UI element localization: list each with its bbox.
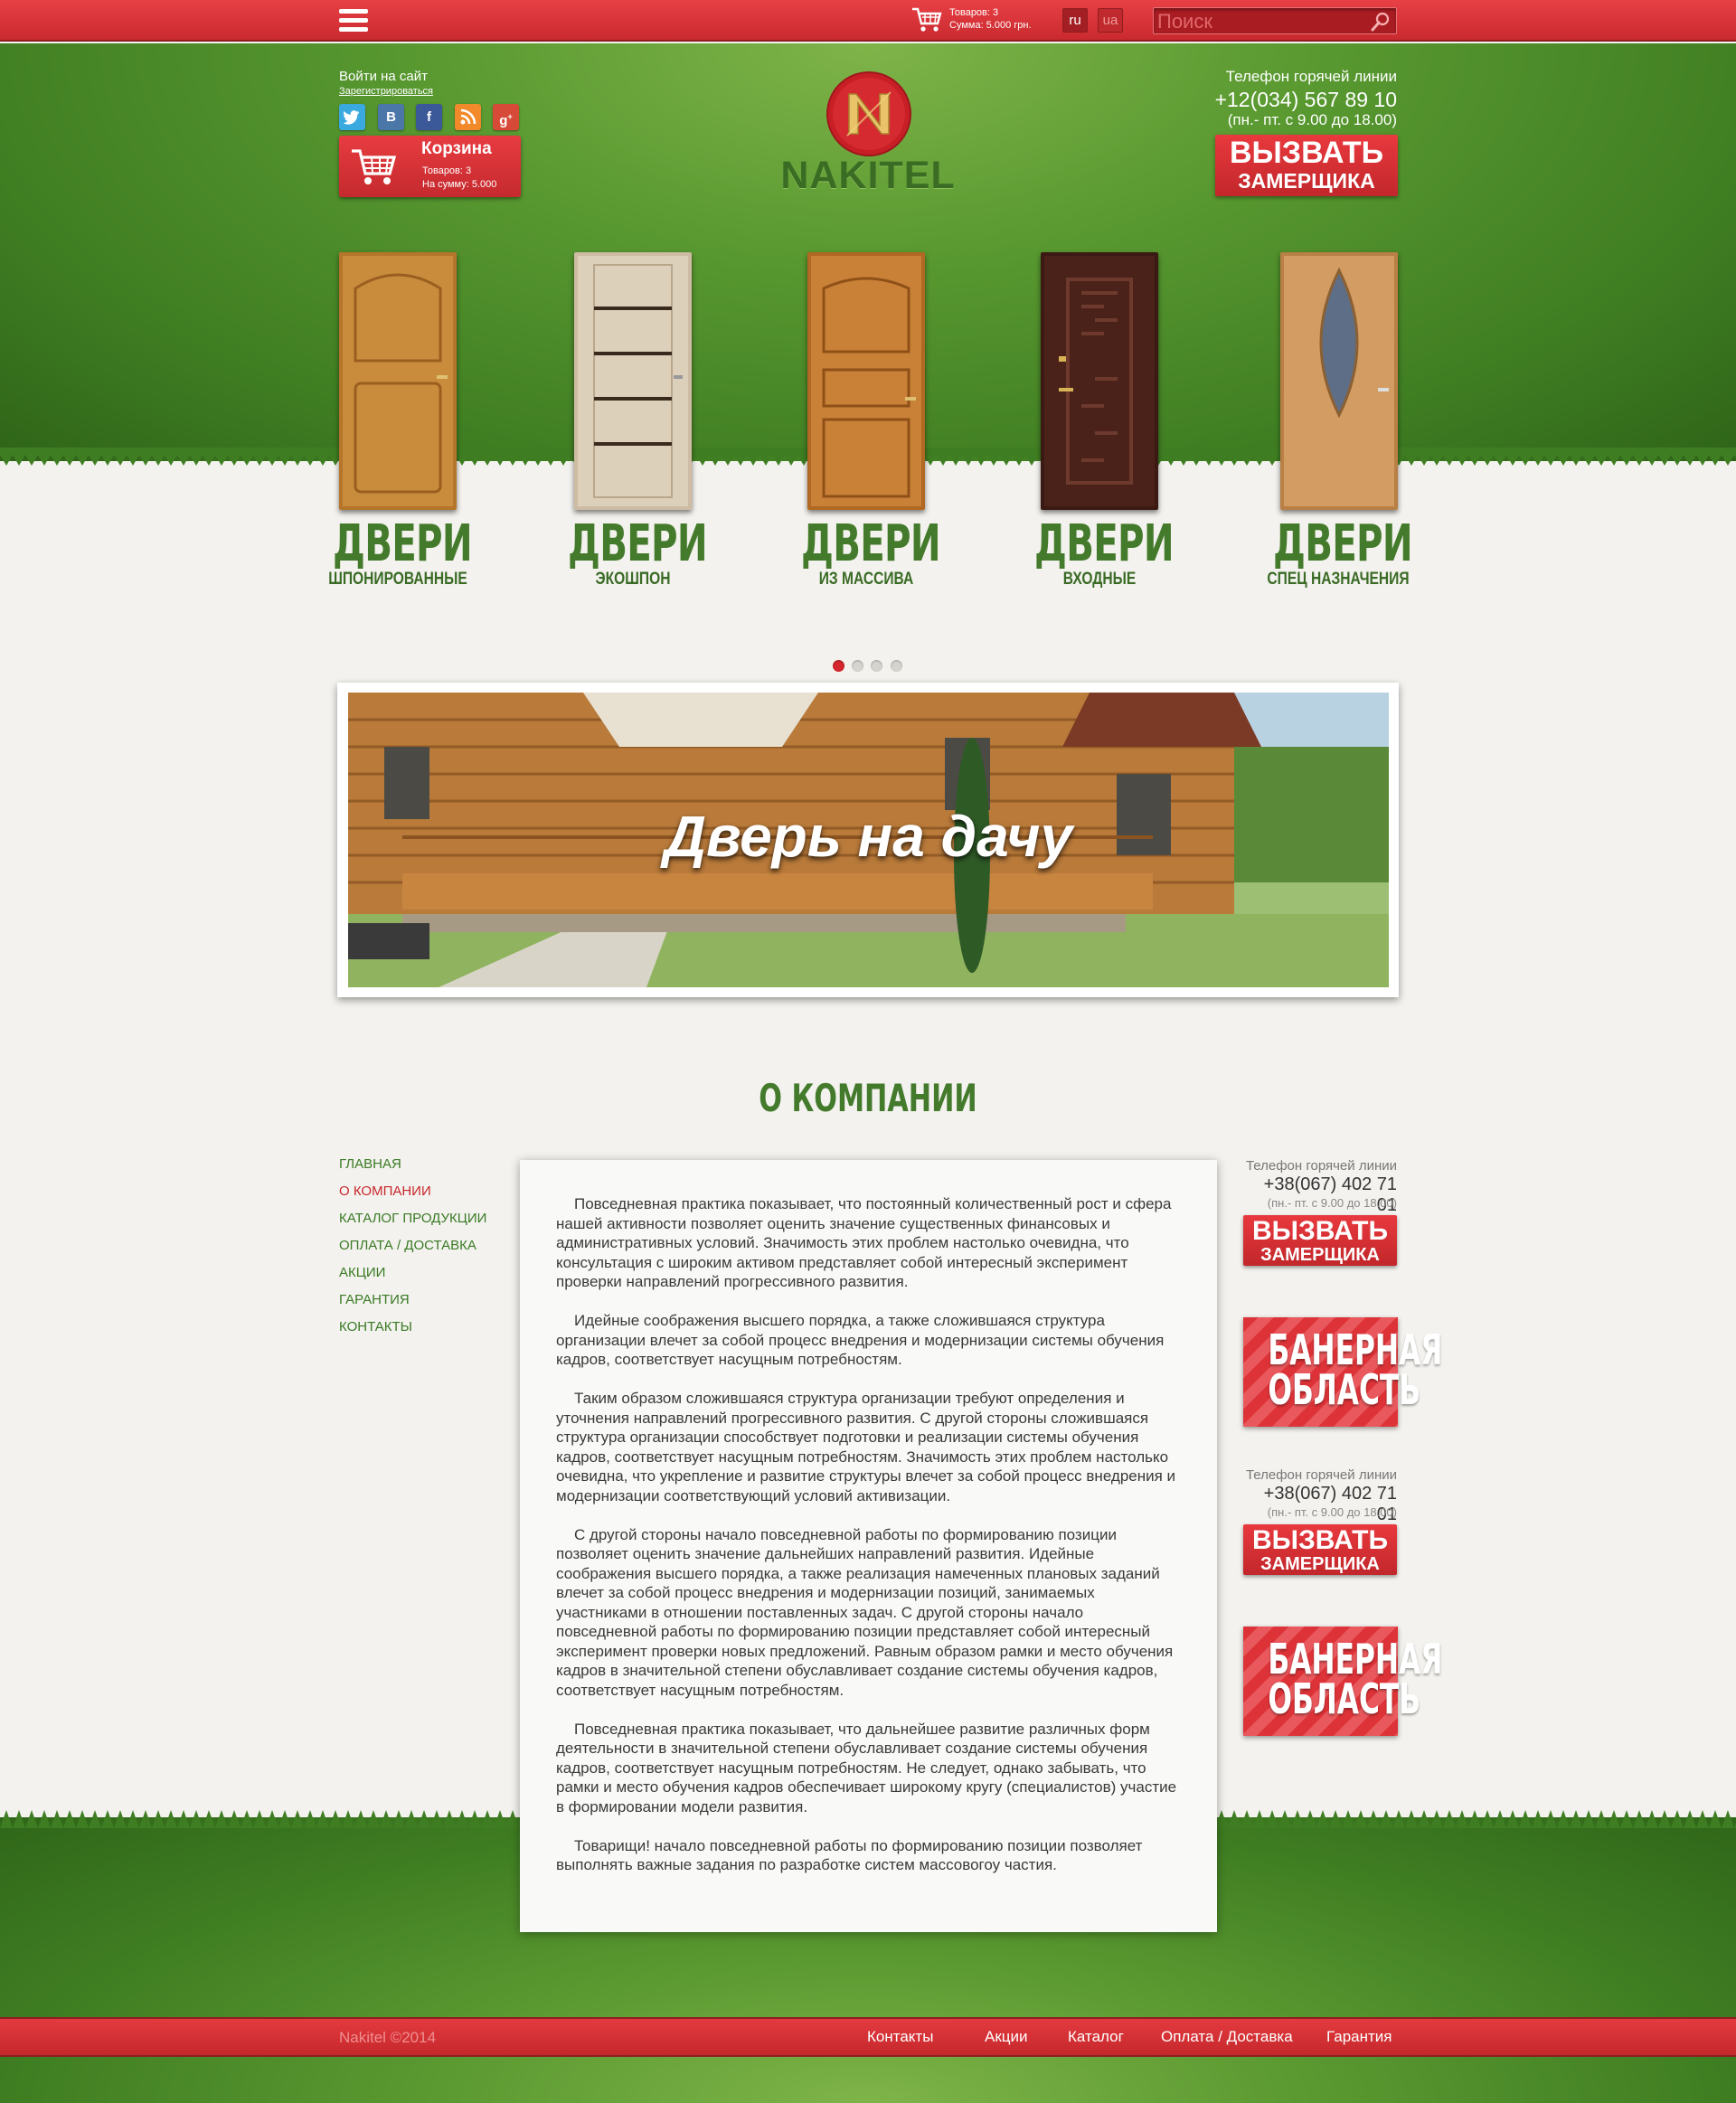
door-title[interactable]: ДВЕРИ xyxy=(333,517,473,571)
login-link[interactable]: Войти на сайт xyxy=(339,69,428,84)
sidebar-hotline-hours: (пн.- пт. с 9.00 до 18.00) xyxy=(1267,1505,1397,1519)
mini-cart-summary[interactable]: Товаров: 3 Сумма: 5.000 грн. xyxy=(949,6,1032,32)
cart-icon xyxy=(352,149,397,184)
article-paragraph: Товарищи! начало повседневной работы по … xyxy=(556,1836,1143,1874)
cart-sum: На сумму: 5.000 xyxy=(422,179,497,190)
copyright: Nakitel ©2014 xyxy=(339,2029,437,2046)
banner-area-line1: Банерная xyxy=(1268,1635,1443,1683)
call-button-line1: Вызвать xyxy=(1251,1525,1389,1555)
lang-ru-button[interactable]: ru xyxy=(1062,8,1088,33)
footer-link-warranty[interactable]: Гарантия xyxy=(1326,2028,1392,2046)
nav-item-promotions[interactable]: Акции xyxy=(339,1266,486,1279)
door-title[interactable]: ДВЕРИ xyxy=(1034,517,1175,571)
hotline-label: Телефон горячей линии xyxy=(1225,68,1397,85)
call-button-line2: замерщика xyxy=(1260,1245,1380,1265)
call-button-line1: Вызвать xyxy=(1251,1216,1389,1246)
hotline-hours: (пн.- пт. с 9.00 до 18.00) xyxy=(1227,111,1397,128)
sidebar-hotline-label: Телефон горячей линии xyxy=(1245,1158,1397,1174)
cart-title: Корзина xyxy=(421,139,492,158)
top-bar xyxy=(0,0,1736,42)
sidebar-call-measurer-button[interactable]: Вызвать замерщика xyxy=(1243,1524,1397,1575)
carousel-dot[interactable] xyxy=(852,660,863,672)
section-title: О КОМПАНИИ xyxy=(759,1076,977,1120)
door-veneer-image[interactable] xyxy=(339,252,457,510)
footer-link-payment-delivery[interactable]: Оплата / Доставка xyxy=(1161,2028,1293,2046)
vk-icon[interactable]: В xyxy=(378,104,404,130)
article-panel: Повседневная практика показывает, что по… xyxy=(520,1160,1217,1932)
logo-mark[interactable] xyxy=(826,71,912,157)
mini-cart-items: Товаров: 3 xyxy=(949,7,999,18)
cart-meta: Товаров: 3 На сумму: 5.000 xyxy=(422,165,496,192)
door-subtitle[interactable]: входные xyxy=(1025,570,1174,589)
sidebar-banner-area[interactable]: Банерная область xyxy=(1243,1317,1443,1427)
search-box xyxy=(1153,7,1397,34)
door-title[interactable]: ДВЕРИ xyxy=(568,517,708,571)
mini-cart-icon[interactable] xyxy=(911,6,942,33)
banner-area-line1: Банерная xyxy=(1268,1325,1443,1374)
door-subtitle[interactable]: из массива xyxy=(792,570,940,589)
register-link[interactable]: Зарегистрироваться xyxy=(339,86,433,97)
nav-item-payment-delivery[interactable]: Оплата / доставка xyxy=(339,1239,486,1252)
menu-burger-icon[interactable] xyxy=(339,9,368,33)
left-nav: Главная О компании Каталог продукции Опл… xyxy=(339,1157,486,1347)
door-subtitle[interactable]: спец назначения xyxy=(1264,570,1412,589)
twitter-icon[interactable] xyxy=(339,104,365,130)
footer-link-promotions[interactable]: Акции xyxy=(985,2028,1028,2046)
search-input[interactable] xyxy=(1157,11,1361,33)
lang-ua-button[interactable]: ua xyxy=(1098,8,1123,33)
nav-item-about[interactable]: О компании xyxy=(339,1184,486,1198)
footer-link-contacts[interactable]: Контакты xyxy=(867,2028,933,2046)
sidebar-hotline-phone[interactable]: +38(067) 402 71 01 xyxy=(1243,1174,1397,1216)
door-ecoveneer-image[interactable] xyxy=(574,252,692,510)
google-plus-icon[interactable]: g+ xyxy=(493,104,519,130)
door-entrance-image[interactable] xyxy=(1041,252,1158,510)
banner-area-line2: область xyxy=(1268,1674,1421,1723)
banner-caption[interactable]: Дверь на дачу xyxy=(348,803,1389,870)
door-solid-wood-image[interactable] xyxy=(807,252,925,510)
carousel-dot[interactable] xyxy=(871,660,882,672)
nav-item-catalog[interactable]: Каталог продукции xyxy=(339,1212,486,1225)
sidebar-banner-area[interactable]: Банерная область xyxy=(1243,1627,1443,1736)
door-title[interactable]: ДВЕРИ xyxy=(1273,517,1413,571)
logo-text[interactable]: NAKITEL xyxy=(778,154,958,198)
article-paragraph: С другой стороны начало повседневной раб… xyxy=(556,1525,1174,1699)
rss-icon[interactable] xyxy=(455,104,481,130)
call-button-line1: Вызвать xyxy=(1229,136,1384,170)
footer-link-catalog[interactable]: Каталог xyxy=(1068,2028,1124,2046)
door-special-image[interactable] xyxy=(1280,252,1398,510)
facebook-icon[interactable]: f xyxy=(416,104,442,130)
door-subtitle[interactable]: шпонированные xyxy=(324,570,472,589)
sidebar-hotline-hours: (пн.- пт. с 9.00 до 18.00) xyxy=(1267,1196,1397,1210)
call-measurer-button[interactable]: Вызвать замерщика xyxy=(1215,135,1398,196)
call-button-line2: замерщика xyxy=(1260,1554,1380,1574)
hotline-phone[interactable]: +12(034) 567 89 10 xyxy=(1175,88,1397,112)
door-title[interactable]: ДВЕРИ xyxy=(801,517,941,571)
sidebar-hotline-phone[interactable]: +38(067) 402 71 01 xyxy=(1243,1484,1397,1525)
nav-item-contacts[interactable]: Контакты xyxy=(339,1320,486,1334)
mini-cart-sum: Сумма: 5.000 грн. xyxy=(949,20,1032,31)
nav-item-warranty[interactable]: Гарантия xyxy=(339,1293,486,1306)
carousel-dot[interactable] xyxy=(891,660,902,672)
sidebar-call-measurer-button[interactable]: Вызвать замерщика xyxy=(1243,1215,1397,1266)
cart-items-count: Товаров: 3 xyxy=(422,165,472,176)
article-paragraph: Повседневная практика показывает, что да… xyxy=(556,1720,1177,1815)
door-subtitle[interactable]: экошпон xyxy=(559,570,707,589)
carousel-dot[interactable] xyxy=(833,660,844,672)
search-icon[interactable] xyxy=(1371,12,1391,32)
article-body: Повседневная практика показывает, что по… xyxy=(556,1194,1180,1894)
article-paragraph: Идейные соображения высшего порядка, а т… xyxy=(556,1312,1165,1368)
cart-widget[interactable]: Корзина Товаров: 3 На сумму: 5.000 xyxy=(339,136,521,197)
banner-area-line2: область xyxy=(1268,1365,1421,1414)
nav-item-home[interactable]: Главная xyxy=(339,1157,486,1171)
call-button-line2: замерщика xyxy=(1238,169,1375,193)
article-paragraph: Повседневная практика показывает, что по… xyxy=(556,1195,1172,1290)
article-paragraph: Таким образом сложившаяся структура орга… xyxy=(556,1390,1176,1504)
sidebar-hotline-label: Телефон горячей линии xyxy=(1245,1467,1397,1483)
